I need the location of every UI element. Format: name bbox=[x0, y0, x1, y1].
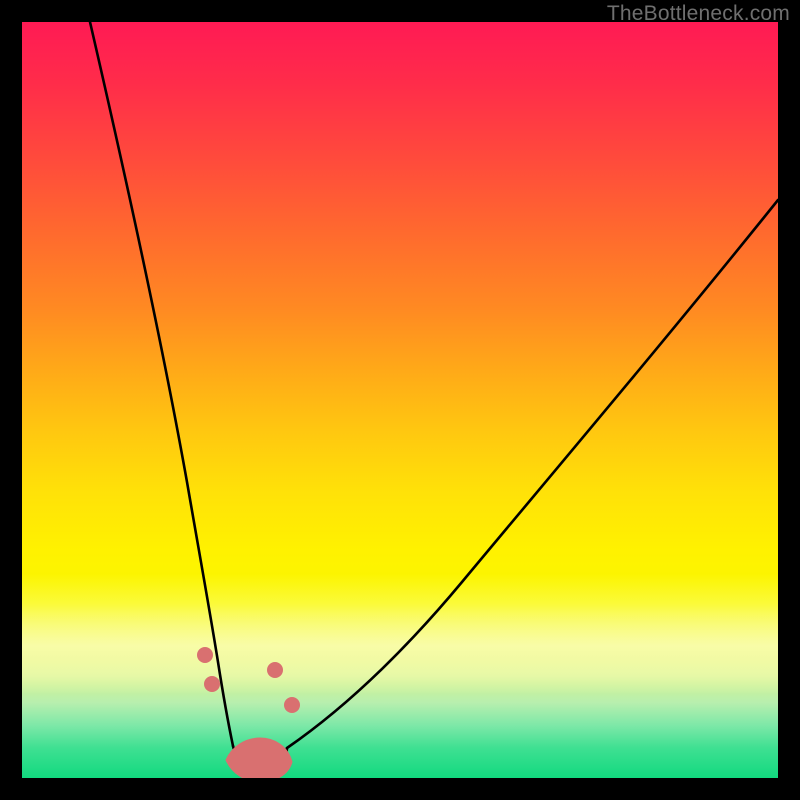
marker-dot bbox=[267, 662, 283, 678]
marker-dot bbox=[204, 676, 220, 692]
marker-dot bbox=[197, 647, 213, 663]
curve-right-branch bbox=[287, 200, 778, 748]
chart-overlay-svg bbox=[22, 22, 778, 778]
marker-dot bbox=[284, 697, 300, 713]
chart-plot-area bbox=[22, 22, 778, 778]
curve-left-branch bbox=[90, 22, 233, 746]
valley-marker-blob bbox=[226, 738, 292, 778]
